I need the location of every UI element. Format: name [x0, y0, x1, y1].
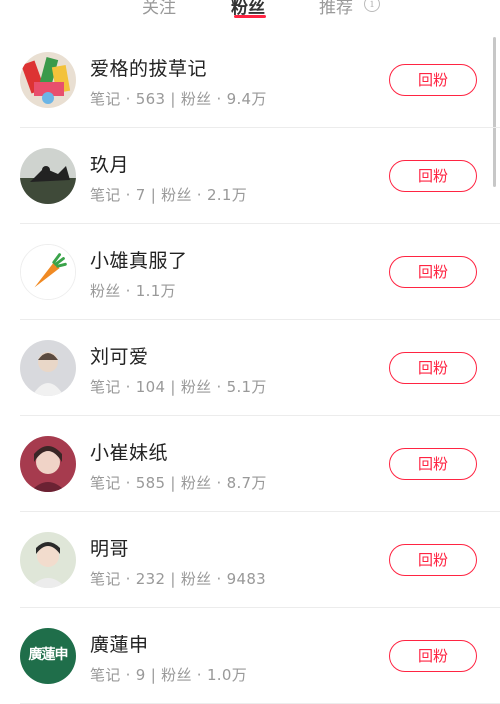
avatar-logo-text: 廣蓮申 — [28, 647, 69, 663]
list-item[interactable]: 爱格的拔草记 笔记 · 563 | 粉丝 · 9.4万 回粉 — [0, 32, 500, 128]
follower-name: 小雄真服了 — [90, 250, 188, 272]
list-item[interactable]: 明哥 笔记 · 232 | 粉丝 · 9483 回粉 — [0, 512, 500, 608]
avatar[interactable] — [20, 244, 76, 300]
follow-back-button[interactable]: 回粉 — [389, 64, 477, 96]
follow-back-button[interactable]: 回粉 — [389, 256, 477, 288]
follower-stats: 笔记 · 563 | 粉丝 · 9.4万 — [90, 90, 267, 108]
tab-following[interactable]: 关注 — [142, 0, 176, 18]
follower-stats: 笔记 · 232 | 粉丝 · 9483 — [90, 570, 267, 588]
avatar[interactable] — [20, 148, 76, 204]
info-icon[interactable]: i — [364, 0, 380, 12]
avatar[interactable] — [20, 52, 76, 108]
list-item[interactable]: 小崔妹纸 笔记 · 585 | 粉丝 · 8.7万 回粉 — [0, 416, 500, 512]
list-item[interactable]: 小雄真服了 粉丝 · 1.1万 回粉 — [0, 224, 500, 320]
avatar[interactable] — [20, 532, 76, 588]
follow-back-button[interactable]: 回粉 — [389, 640, 477, 672]
follower-name: 爱格的拔草记 — [90, 58, 208, 80]
tab-bar: 关注 粉丝 推荐 i — [0, 0, 500, 26]
list-item[interactable]: 廣蓮申 廣蓮申 笔记 · 9 | 粉丝 · 1.0万 回粉 — [0, 608, 500, 704]
follower-stats: 笔记 · 104 | 粉丝 · 5.1万 — [90, 378, 267, 396]
list-item[interactable]: 玖月 笔记 · 7 | 粉丝 · 2.1万 回粉 — [0, 128, 500, 224]
follower-name: 廣蓮申 — [90, 634, 149, 656]
avatar[interactable] — [20, 340, 76, 396]
follower-stats: 笔记 · 9 | 粉丝 · 1.0万 — [90, 666, 247, 684]
active-tab-indicator — [234, 15, 266, 18]
avatar[interactable]: 廣蓮申 — [20, 628, 76, 684]
follower-name: 小崔妹纸 — [90, 442, 169, 464]
follower-name: 玖月 — [90, 154, 130, 176]
avatar[interactable] — [20, 436, 76, 492]
follower-name: 明哥 — [90, 538, 130, 560]
follow-back-button[interactable]: 回粉 — [389, 160, 477, 192]
follow-back-button[interactable]: 回粉 — [389, 448, 477, 480]
follower-stats: 粉丝 · 1.1万 — [90, 282, 176, 300]
follower-stats: 笔记 · 7 | 粉丝 · 2.1万 — [90, 186, 247, 204]
follower-stats: 笔记 · 585 | 粉丝 · 8.7万 — [90, 474, 267, 492]
carrot-icon — [21, 245, 75, 299]
list-item[interactable]: 刘可爱 笔记 · 104 | 粉丝 · 5.1万 回粉 — [0, 320, 500, 416]
tab-recommend[interactable]: 推荐 — [319, 0, 353, 18]
follower-name: 刘可爱 — [90, 346, 149, 368]
follow-back-button[interactable]: 回粉 — [389, 544, 477, 576]
follow-back-button[interactable]: 回粉 — [389, 352, 477, 384]
